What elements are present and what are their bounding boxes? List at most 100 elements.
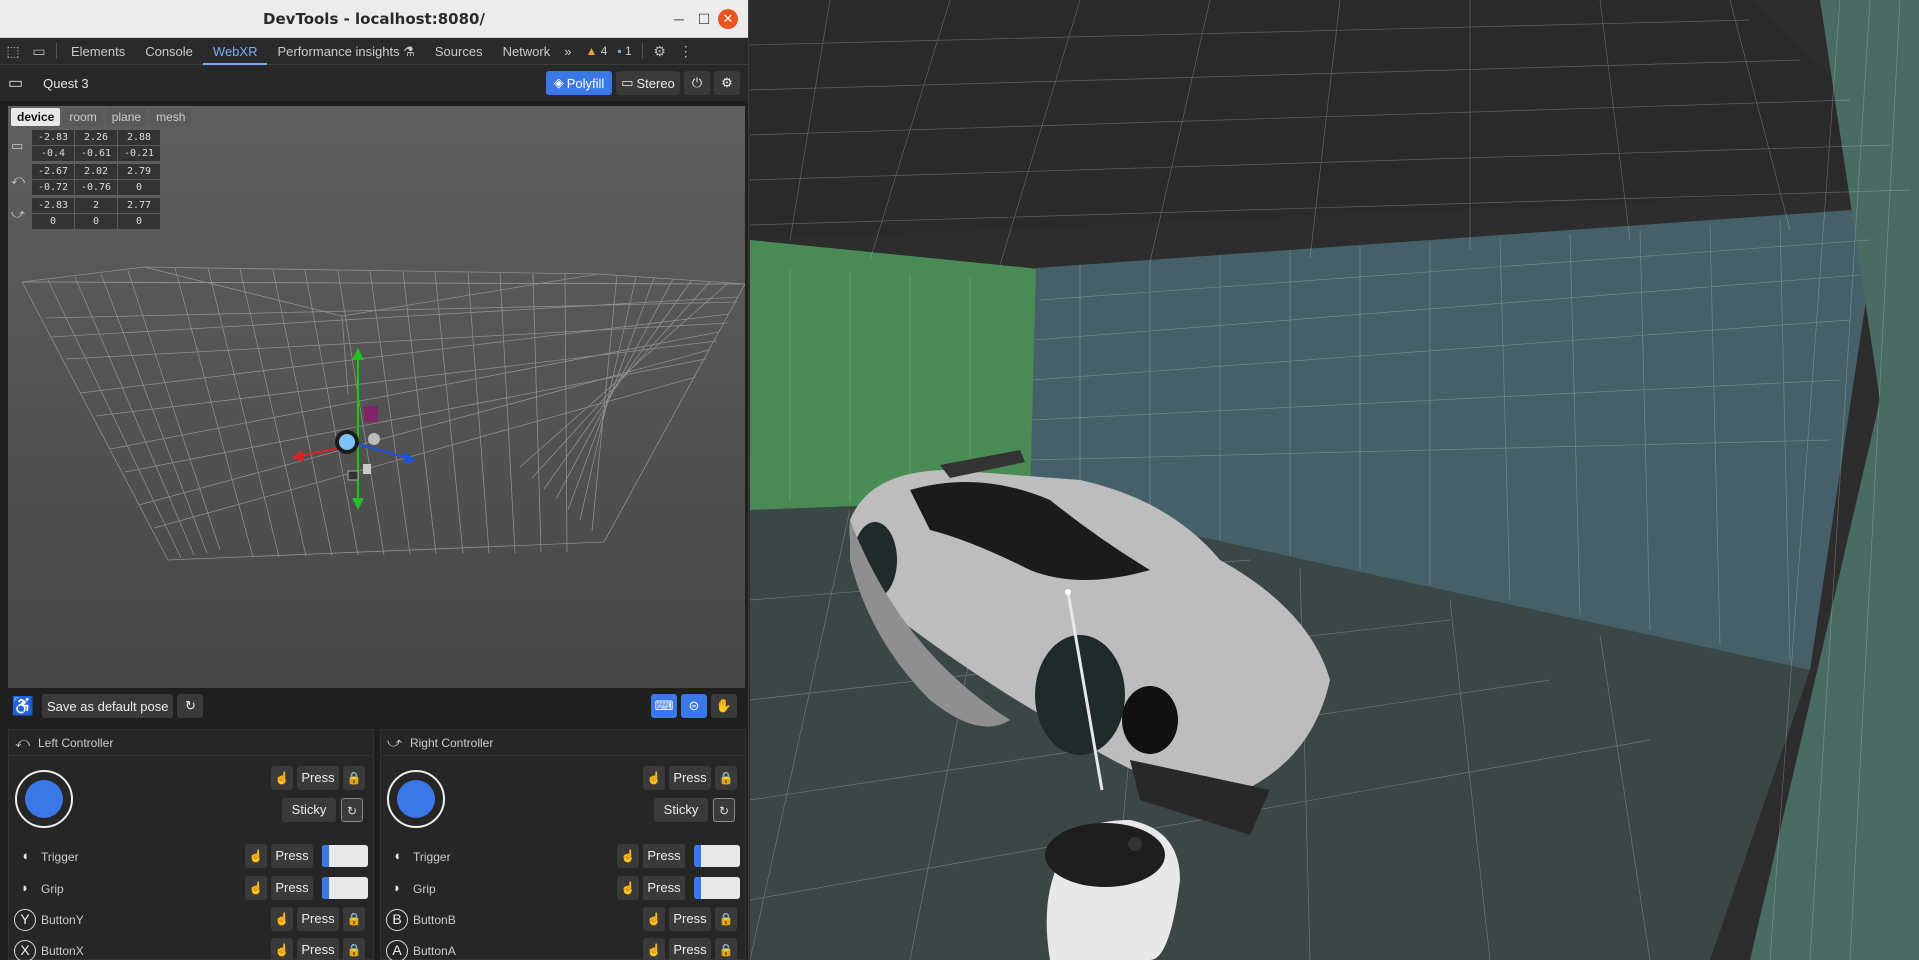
button-x-icon: X	[14, 940, 36, 960]
press-button[interactable]: Press	[643, 876, 685, 900]
button-y-icon: Y	[14, 909, 36, 931]
tab-device[interactable]: device	[11, 108, 61, 126]
tab-console[interactable]: Console	[135, 38, 203, 65]
pose-value[interactable]: 2.26	[75, 130, 117, 145]
gamepad-input-button[interactable]: ⊝	[681, 694, 707, 718]
pose-value[interactable]: 0	[32, 214, 74, 229]
thumbstick[interactable]	[387, 770, 445, 828]
pose-value[interactable]: -0.76	[75, 180, 117, 195]
reset-stick-icon[interactable]: ↻	[341, 798, 363, 822]
inspect-element-icon[interactable]: ⬚	[0, 43, 26, 60]
pose-toolbar: ♿ Save as default pose ↻ ⌨ ⊝ ✋	[8, 692, 745, 720]
touch-icon[interactable]: ☝	[643, 766, 665, 790]
touch-icon[interactable]: ☝	[245, 876, 267, 900]
power-button[interactable]: ⏻	[684, 71, 710, 95]
device-toolbar-icon[interactable]: ▭	[26, 43, 52, 60]
trigger-slider[interactable]	[694, 845, 740, 867]
tab-performance-insights[interactable]: Performance insights ⚗	[267, 38, 424, 65]
pose-value[interactable]: -0.4	[32, 146, 74, 161]
trigger-icon: ◖	[21, 848, 29, 863]
pose-value[interactable]: 2.88	[118, 130, 160, 145]
more-tabs-icon[interactable]: »	[560, 38, 575, 65]
polyfill-button[interactable]: ◈ Polyfill	[546, 71, 612, 95]
touch-icon[interactable]: ☝	[617, 844, 639, 868]
lock-icon[interactable]: 🔒	[343, 938, 365, 960]
trigger-slider[interactable]	[322, 845, 368, 867]
press-button[interactable]: Press	[297, 907, 339, 931]
pose-value[interactable]: 0	[118, 214, 160, 229]
pose-value[interactable]: 2.02	[75, 164, 117, 179]
keyboard-input-button[interactable]: ⌨	[651, 694, 677, 718]
press-button[interactable]: Press	[643, 844, 685, 868]
pose-value[interactable]: 2	[75, 198, 117, 213]
touch-icon[interactable]: ☝	[617, 876, 639, 900]
tab-network[interactable]: Network	[493, 38, 561, 65]
button-row-grip: ◗ Grip ☝ Press	[9, 876, 373, 902]
lock-icon[interactable]: 🔒	[715, 907, 737, 931]
tab-elements[interactable]: Elements	[61, 38, 135, 65]
tab-room[interactable]: room	[63, 108, 103, 126]
stereo-button[interactable]: ▭ Stereo	[616, 71, 680, 95]
save-default-pose-button[interactable]: Save as default pose	[42, 694, 174, 718]
touch-icon[interactable]: ☝	[271, 907, 293, 931]
slider-fill	[694, 845, 701, 867]
view-tabs: device room plane mesh	[11, 108, 192, 126]
grip-slider[interactable]	[694, 877, 740, 899]
touch-icon[interactable]: ☝	[271, 766, 293, 790]
grip-slider[interactable]	[322, 877, 368, 899]
pose-value[interactable]: 0	[118, 180, 160, 195]
close-button[interactable]: ✕	[718, 9, 738, 29]
pose-value[interactable]: 0	[75, 214, 117, 229]
pose-value[interactable]: 2.79	[118, 164, 160, 179]
warnings-badge[interactable]: ▲ 4	[585, 44, 607, 58]
touch-icon[interactable]: ☝	[245, 844, 267, 868]
press-button[interactable]: Press	[669, 938, 711, 960]
maximize-button[interactable]: ☐	[695, 10, 713, 28]
press-button[interactable]: Press	[271, 844, 313, 868]
lock-icon[interactable]: 🔒	[343, 766, 365, 790]
hand-input-button[interactable]: ✋	[711, 694, 737, 718]
press-button[interactable]: Press	[271, 876, 313, 900]
sticky-button[interactable]: Sticky	[282, 798, 336, 822]
reset-pose-button[interactable]: ↻	[177, 694, 204, 718]
xr-scene-canvas[interactable]	[750, 0, 1919, 960]
pose-row-headset: ▭ -2.83 2.26 2.88 -0.4 -0.61 -0.21	[11, 130, 160, 161]
pose-value[interactable]: -2.83	[32, 198, 74, 213]
touch-icon[interactable]: ☝	[643, 938, 665, 960]
device-name[interactable]: Quest 3	[43, 76, 89, 91]
vr-headset-icon: ▭	[11, 137, 24, 153]
thumbstick-press-button[interactable]: Press	[297, 766, 339, 790]
minimize-button[interactable]: ─	[670, 10, 688, 28]
press-button[interactable]: Press	[297, 938, 339, 960]
touch-icon[interactable]: ☝	[643, 907, 665, 931]
device-3d-view[interactable]: device room plane mesh ▭ -2.83 2.26 2.88…	[8, 106, 745, 688]
more-options-icon[interactable]: ⋮	[673, 43, 699, 60]
touch-icon[interactable]: ☝	[271, 938, 293, 960]
lock-icon[interactable]: 🔒	[715, 766, 737, 790]
settings-gear-icon[interactable]: ⚙	[647, 43, 673, 60]
messages-badge[interactable]: ▪ 1	[617, 44, 631, 58]
pose-value[interactable]: -0.61	[75, 146, 117, 161]
device-settings-button[interactable]: ⚙	[714, 71, 740, 95]
press-button[interactable]: Press	[669, 907, 711, 931]
pose-value[interactable]: 2.77	[118, 198, 160, 213]
tab-mesh[interactable]: mesh	[150, 108, 192, 126]
xr-scene-view[interactable]	[750, 0, 1919, 960]
lock-icon[interactable]: 🔒	[343, 907, 365, 931]
thumbstick-press-button[interactable]: Press	[669, 766, 711, 790]
window-title: DevTools - localhost:8080/	[263, 10, 485, 28]
reset-stick-icon[interactable]: ↻	[713, 798, 735, 822]
tab-plane[interactable]: plane	[105, 108, 148, 126]
pose-value[interactable]: -2.83	[32, 130, 74, 145]
slider-fill	[322, 877, 329, 899]
lock-icon[interactable]: 🔒	[715, 938, 737, 960]
pose-value[interactable]: -0.72	[32, 180, 74, 195]
pose-value[interactable]: -2.67	[32, 164, 74, 179]
thumbstick-knob[interactable]	[25, 780, 63, 818]
tab-webxr[interactable]: WebXR	[202, 38, 268, 65]
sticky-button[interactable]: Sticky	[654, 798, 708, 822]
thumbstick[interactable]	[15, 770, 73, 828]
thumbstick-knob[interactable]	[397, 780, 435, 818]
pose-value[interactable]: -0.21	[118, 146, 160, 161]
tab-sources[interactable]: Sources	[425, 38, 493, 65]
